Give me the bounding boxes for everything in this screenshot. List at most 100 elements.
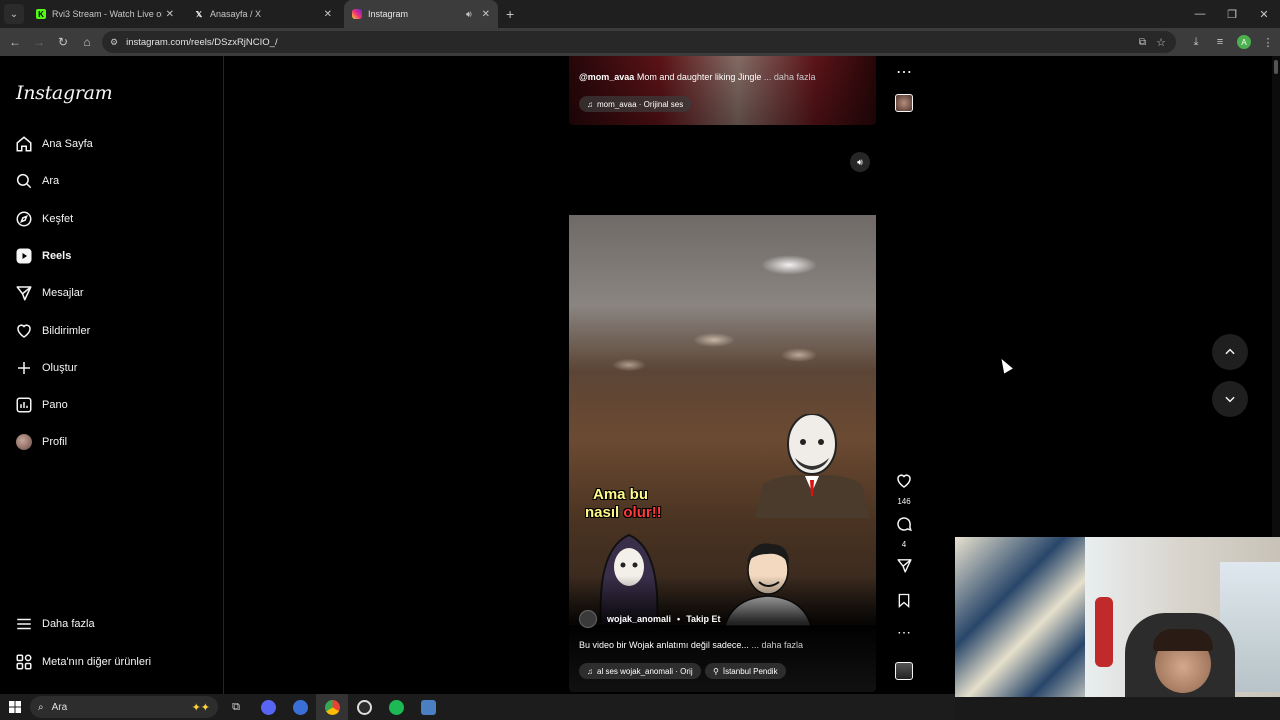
app-blue-icon[interactable] bbox=[284, 694, 316, 720]
forward-icon[interactable]: → bbox=[28, 31, 50, 53]
address-bar[interactable]: ⚙ instagram.com/reels/DSzxRjNCIO_/ ⧉ ☆ bbox=[102, 31, 1176, 53]
close-tab-icon[interactable]: ✕ bbox=[482, 9, 490, 20]
search-icon bbox=[14, 171, 34, 191]
instagram-sidebar: Instagram Ana Sayfa Ara Keşfet Reels Mes… bbox=[0, 56, 224, 694]
more-link[interactable]: ... daha fazla bbox=[764, 72, 816, 82]
close-tab-icon[interactable]: ✕ bbox=[166, 9, 174, 20]
home-button-icon[interactable]: ⌂ bbox=[76, 31, 98, 53]
webcam-overlay bbox=[955, 537, 1280, 720]
audio-pill[interactable]: ♫ mom_avaa · Orijinal ses bbox=[579, 96, 692, 112]
profile-avatar[interactable]: A bbox=[1237, 35, 1251, 49]
share-action[interactable] bbox=[892, 557, 916, 579]
sidebar-item-label: Ana Sayfa bbox=[42, 138, 93, 150]
tab-search-button[interactable]: ⌄ bbox=[4, 4, 24, 24]
red-jacket bbox=[1095, 597, 1113, 667]
send-icon bbox=[896, 559, 912, 573]
sidebar-item-profile[interactable]: Profil bbox=[14, 427, 67, 457]
comment-action[interactable]: 4 bbox=[892, 515, 916, 549]
reel-username[interactable]: @mom_avaa bbox=[579, 72, 634, 82]
next-reel-button[interactable] bbox=[1212, 381, 1248, 417]
reel-audio-thumb[interactable] bbox=[895, 662, 913, 680]
url-text: instagram.com/reels/DSzxRjNCIO_/ bbox=[126, 36, 278, 48]
home-icon bbox=[14, 134, 34, 154]
music-note-icon: ♫ bbox=[587, 99, 593, 109]
previous-reel-video[interactable]: @mom_avaa Mom and daughter liking Jingle… bbox=[569, 56, 876, 125]
search-icon: ⌕ bbox=[38, 701, 44, 713]
tab-kick[interactable]: K Rvi3 Stream - Watch Live on Ki ✕ bbox=[28, 0, 182, 28]
taskbar-search-placeholder: Ara bbox=[51, 701, 68, 713]
reel-author-row: wojak_anomali • Takip Et bbox=[579, 610, 721, 628]
close-window-icon[interactable]: ✕ bbox=[1248, 0, 1280, 28]
sidebar-item-more[interactable]: Daha fazla bbox=[14, 609, 95, 639]
meme-line-2-text: nasıl bbox=[585, 504, 624, 521]
tab-title: Rvi3 Stream - Watch Live on Ki bbox=[52, 9, 162, 19]
discord-icon[interactable] bbox=[252, 694, 284, 720]
tab-x[interactable]: 𝕏 Anasayfa / X ✕ bbox=[186, 0, 340, 28]
bookmark-star-icon[interactable]: ☆ bbox=[1156, 36, 1166, 49]
minimize-icon[interactable]: — bbox=[1184, 0, 1216, 28]
sidebar-item-explore[interactable]: Keşfet bbox=[14, 204, 73, 234]
heart-icon bbox=[897, 474, 911, 488]
close-tab-icon[interactable]: ✕ bbox=[324, 9, 332, 20]
caption-text: Mom and daughter liking Jingle bbox=[636, 72, 762, 82]
bald-wojak-figure bbox=[755, 414, 870, 518]
sound-toggle-icon[interactable]: 🔊︎ bbox=[850, 152, 870, 172]
audio-pill[interactable]: ♫ al ses wojak_anomali · Orij bbox=[579, 663, 701, 679]
more-link[interactable]: ... daha fazla bbox=[751, 640, 803, 650]
meme-line-2: nasıl olur!! bbox=[585, 504, 662, 522]
previous-reel-audio-thumb[interactable] bbox=[895, 94, 913, 112]
sidebar-item-notifications[interactable]: Bildirimler bbox=[14, 316, 90, 346]
reel-username[interactable]: wojak_anomali bbox=[607, 614, 671, 624]
like-action[interactable]: 146 bbox=[892, 472, 916, 506]
sidebar-item-search[interactable]: Ara bbox=[14, 166, 59, 196]
kebab-menu-icon[interactable]: ⋮ bbox=[1256, 36, 1280, 49]
task-view-icon[interactable]: ⧉ bbox=[220, 694, 252, 720]
toolbar-right: ⤓ ≡ A ⋮ bbox=[1184, 28, 1280, 56]
caption-text: Bu video bir Wojak anlatımı değil sadece… bbox=[579, 640, 749, 650]
sidebar-item-create[interactable]: Oluştur bbox=[14, 353, 77, 383]
sidebar-item-messages[interactable]: Mesajlar bbox=[14, 278, 84, 308]
sidebar-item-home[interactable]: Ana Sayfa bbox=[14, 129, 93, 159]
media-control-icon[interactable]: ≡ bbox=[1208, 36, 1232, 48]
sidebar-item-label: Mesajlar bbox=[42, 287, 84, 299]
location-pin-icon: ⚲ bbox=[713, 666, 719, 676]
windows-start-icon[interactable] bbox=[0, 694, 30, 720]
sidebar-item-meta-apps[interactable]: Meta'nın diğer ürünleri bbox=[14, 647, 151, 677]
restore-icon[interactable]: ❐ bbox=[1216, 0, 1248, 28]
location-pill[interactable]: ⚲ İstanbul Pendik bbox=[705, 663, 786, 679]
instagram-logo[interactable]: Instagram bbox=[16, 82, 113, 104]
sidebar-item-dashboard[interactable]: Pano bbox=[14, 390, 68, 420]
search-highlight-icon: ✦✦ bbox=[191, 701, 210, 714]
wave-poster bbox=[955, 537, 1085, 720]
taskbar-search[interactable]: ⌕ Ara ✦✦ bbox=[30, 696, 218, 718]
author-avatar[interactable] bbox=[579, 610, 597, 628]
previous-reel-more-icon[interactable]: ⋯ bbox=[892, 62, 916, 82]
instagram-icon bbox=[352, 9, 362, 19]
chrome-icon[interactable] bbox=[316, 694, 348, 720]
sidebar-item-reels[interactable]: Reels bbox=[14, 241, 71, 271]
reel-more-icon[interactable]: ⋯ bbox=[892, 624, 916, 641]
meta-apps-icon bbox=[14, 652, 34, 672]
desk bbox=[955, 697, 1280, 720]
app-settings-icon[interactable] bbox=[412, 694, 444, 720]
current-reel-video[interactable]: 🔊︎ Ama bu nasıl olur!! wojak_anomali • T… bbox=[569, 146, 876, 692]
video-shade bbox=[569, 56, 876, 125]
spotify-icon[interactable] bbox=[380, 694, 412, 720]
tab-instagram[interactable]: Instagram 🔊︎ ✕ bbox=[344, 0, 498, 28]
previous-reel-button[interactable] bbox=[1212, 334, 1248, 370]
new-tab-button[interactable]: + bbox=[506, 6, 514, 22]
previous-reel-caption: @mom_avaa Mom and daughter liking Jingle… bbox=[579, 72, 815, 82]
sidebar-item-label: Reels bbox=[42, 250, 72, 262]
follow-button[interactable]: Takip Et bbox=[686, 614, 720, 624]
music-note-icon: ♫ bbox=[587, 666, 593, 676]
tab-audio-icon[interactable]: 🔊︎ bbox=[466, 9, 472, 20]
download-icon[interactable]: ⤓ bbox=[1184, 36, 1208, 49]
install-app-icon[interactable]: ⧉ bbox=[1139, 37, 1146, 48]
site-info-icon[interactable]: ⚙ bbox=[110, 37, 118, 48]
back-icon[interactable]: ← bbox=[4, 31, 26, 53]
scrollbar-thumb[interactable] bbox=[1274, 60, 1278, 74]
reload-icon[interactable]: ↻ bbox=[52, 31, 74, 53]
obs-icon[interactable] bbox=[348, 694, 380, 720]
sidebar-item-label: Ara bbox=[42, 175, 60, 187]
save-action[interactable] bbox=[892, 592, 916, 614]
